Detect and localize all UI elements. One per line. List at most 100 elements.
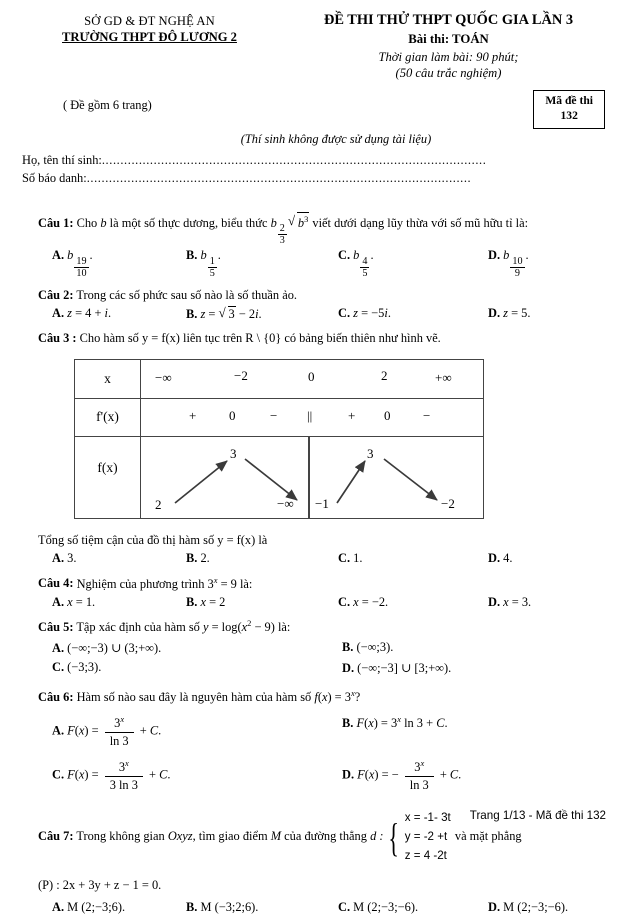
candidate-fields: Họ, tên thí sinh: ......................… (0, 152, 642, 188)
question-5-text: Tập xác định của hàm số y = log(x2 − 9) … (76, 618, 291, 635)
question-3: Câu 3 : Cho hàm số y = f(x) liên tục trê… (38, 329, 618, 348)
question-6-option-d[interactable]: D. F(x) = − 3x ln 3 + C. (328, 758, 618, 793)
exam-subject: Bài thi: TOÁN (408, 32, 489, 46)
question-1-option-a[interactable]: A. b 19 10. (38, 248, 186, 278)
question-3-option-c[interactable]: C. 1. (338, 551, 488, 566)
question-1-variable: b (100, 216, 107, 231)
question-7-space: Oxyz (167, 829, 193, 844)
question-1-option-c[interactable]: C. b45. (338, 248, 488, 278)
question-3-option-d[interactable]: D. 4. (488, 551, 618, 566)
question-1: Câu 1: Cho b là một số thực dương, biểu … (38, 211, 618, 246)
question-4-option-c[interactable]: C. x = −2. (338, 595, 488, 610)
question-3-prompt: Tổng số tiệm cận của đồ thị hàm số y = f… (38, 532, 268, 547)
question-5: Câu 5: Tập xác định của hàm số y = log(x… (38, 617, 618, 637)
question-2-text: Trong các số phức sau số nào là số thuần… (76, 287, 297, 302)
question-3-text: Cho hàm số y = f(x) liên tục trên R \ {0… (79, 331, 441, 346)
question-1-label: Câu 1: (38, 216, 74, 231)
question-3-option-a[interactable]: A. 3. (38, 551, 186, 566)
question-7-option-d[interactable]: D. M (2;−3;−6). (488, 900, 618, 915)
candidate-name-input[interactable]: ........................................… (102, 152, 534, 170)
no-documents-note: (Thí sinh không được sử dụng tài liệu) (240, 132, 432, 146)
variation-table: x −∞ −2 0 2 +∞ f'(x) + 0 − || + 0 − f(x)… (74, 358, 484, 519)
question-7-option-c[interactable]: C. M (2;−3;−6). (338, 900, 488, 915)
variation-row-f: f(x) 2 3 −∞ −1 3 −2 (75, 436, 483, 518)
department-name: SỞ GD & ĐT NGHỆ AN (84, 14, 215, 28)
variation-values-fprime: + 0 − || + 0 − (189, 407, 431, 423)
exam-code-box: Mã đề thi 132 (533, 90, 605, 129)
question-6-options: A. F(x) = 3x ln 3 + C. B. F(x) = 3x ln 3 … (38, 714, 618, 798)
variation-values-x: −∞ −2 0 2 +∞ (155, 367, 452, 385)
question-4-option-b[interactable]: B. x = 2 (186, 595, 338, 610)
page-count-note: ( Đề gồm 6 trang) (63, 98, 152, 112)
variation-label-f: f(x) (75, 436, 141, 518)
exam-title: ĐỀ THI THỬ THPT QUỐC GIA LẦN 3 (323, 12, 574, 28)
exam-question-count: (50 câu trắc nghiệm) (395, 66, 502, 80)
candidate-name-label: Họ, tên thí sinh: (22, 153, 102, 167)
question-6-option-c[interactable]: C. F(x) = 3x 3 ln 3 + C. (38, 758, 328, 793)
question-2: Câu 2: Trong các số phức sau số nào là s… (38, 286, 618, 305)
question-4: Câu 4: Nghiệm của phương trình 3x = 9 là… (38, 573, 618, 593)
question-2-option-b[interactable]: B. z = 3 − 2i. (186, 305, 338, 322)
exam-code-label: Mã đề thi (545, 94, 593, 107)
exam-code-value: 132 (560, 108, 578, 122)
variation-values-f: 2 3 −∞ −1 3 −2 (141, 436, 483, 518)
question-4-option-a[interactable]: A. x = 1. (38, 595, 186, 610)
exam-duration: Thời gian làm bài: 90 phút; (378, 50, 519, 64)
question-4-options: A. x = 1. B. x = 2 C. x = −2. D. x = 3. (38, 595, 618, 610)
question-4-text: Nghiệm của phương trình 3x = 9 là: (76, 574, 253, 591)
question-1-text-after: viết dưới dạng lũy thừa với số mũ hữu tỉ… (312, 216, 529, 231)
variation-row-x: x −∞ −2 0 2 +∞ (75, 359, 483, 399)
variation-label-x: x (75, 359, 141, 398)
question-7-plane: (P) : 2x + 3y + z − 1 = 0. (38, 877, 162, 892)
pages-and-code-row: ( Đề gồm 6 trang) Mã đề thi 132 (0, 90, 642, 130)
question-5-options: A. (−∞;−3) ∪ (3;+∞). B. (−∞;3). C. (−3;3… (38, 640, 618, 680)
question-2-label: Câu 2: (38, 287, 74, 302)
question-3-label: Câu 3 : (38, 331, 77, 346)
question-7-text-a: Trong không gian (76, 829, 165, 844)
question-7-text-d: và mặt phẳng (454, 829, 522, 844)
question-6: Câu 6: Hàm số nào sau đây là nguyên hàm … (38, 687, 618, 707)
question-1-option-b[interactable]: B. b15. (186, 248, 338, 278)
question-7-text-b: , tìm giao điểm (192, 829, 268, 844)
candidate-id-row: Số báo danh: ...........................… (22, 170, 620, 188)
question-7-option-b[interactable]: B. M (−3;2;6). (186, 900, 338, 915)
page-footer: Trang 1/13 - Mã đề thi 132 (469, 809, 606, 822)
question-2-options: A. z = 4 + i. B. z = 3 − 2i. C. z = −5i.… (38, 305, 618, 322)
question-2-option-a[interactable]: A. z = 4 + i. (38, 306, 186, 322)
question-5-option-c[interactable]: C. (−3;3). (38, 660, 328, 676)
question-7-option-a[interactable]: A. M (2;−3;6). (38, 900, 186, 915)
question-1-options: A. b 19 10. B. b15. C. b45. D. b 10 9. (38, 248, 618, 278)
variation-label-fprime: f'(x) (75, 398, 141, 436)
question-6-text: Hàm số nào sau đây là nguyên hàm của hàm… (76, 687, 361, 704)
question-7-options: A. M (2;−3;6). B. M (−3;2;6). C. M (2;−3… (38, 900, 618, 915)
candidate-name-row: Họ, tên thí sinh: ......................… (22, 152, 620, 170)
question-2-option-d[interactable]: D. z = 5. (488, 306, 618, 322)
question-4-label: Câu 4: (38, 576, 74, 591)
question-7-line-name: d : (370, 829, 384, 844)
question-7-label: Câu 7: (38, 829, 74, 844)
question-1-text-before: Cho (76, 216, 98, 231)
question-1-expression: b23b3 (271, 211, 310, 246)
school-name: TRƯỜNG THPT ĐÔ LƯƠNG 2 (62, 30, 237, 44)
question-6-label: Câu 6: (38, 689, 74, 704)
question-6-option-b[interactable]: B. F(x) = 3x ln 3 + C. (328, 714, 618, 749)
question-5-option-a[interactable]: A. (−∞;−3) ∪ (3;+∞). (38, 640, 328, 656)
question-4-option-d[interactable]: D. x = 3. (488, 595, 618, 610)
question-5-option-d[interactable]: D. (−∞;−3] ∪ [3;+∞). (328, 660, 618, 676)
question-6-option-a[interactable]: A. F(x) = 3x ln 3 + C. (38, 714, 328, 749)
question-7-system: {x = -1- 3t y = -2 +t z = 4 -2t (388, 811, 451, 862)
question-2-option-c[interactable]: C. z = −5i. (338, 306, 488, 322)
school-block: SỞ GD & ĐT NGHỆ AN TRƯỜNG THPT ĐÔ LƯƠNG … (22, 12, 277, 81)
exam-page: SỞ GD & ĐT NGHỆ AN TRƯỜNG THPT ĐÔ LƯƠNG … (0, 0, 642, 914)
question-7-point: M (270, 829, 282, 844)
question-5-label: Câu 5: (38, 620, 74, 635)
candidate-id-label: Số báo danh: (22, 170, 87, 185)
variation-row-fprime: f'(x) + 0 − || + 0 − (75, 398, 483, 437)
question-1-option-d[interactable]: D. b 10 9. (488, 248, 618, 278)
candidate-id-input[interactable]: ........................................… (87, 170, 519, 188)
question-1-text-mid: là một số thực dương, biểu thức (109, 216, 268, 231)
question-7-text-c: của đường thẳng (284, 829, 367, 844)
question-3-option-b[interactable]: B. 2. (186, 551, 338, 566)
question-5-option-b[interactable]: B. (−∞;3). (328, 640, 618, 656)
page-header: SỞ GD & ĐT NGHỆ AN TRƯỜNG THPT ĐÔ LƯƠNG … (0, 0, 642, 81)
